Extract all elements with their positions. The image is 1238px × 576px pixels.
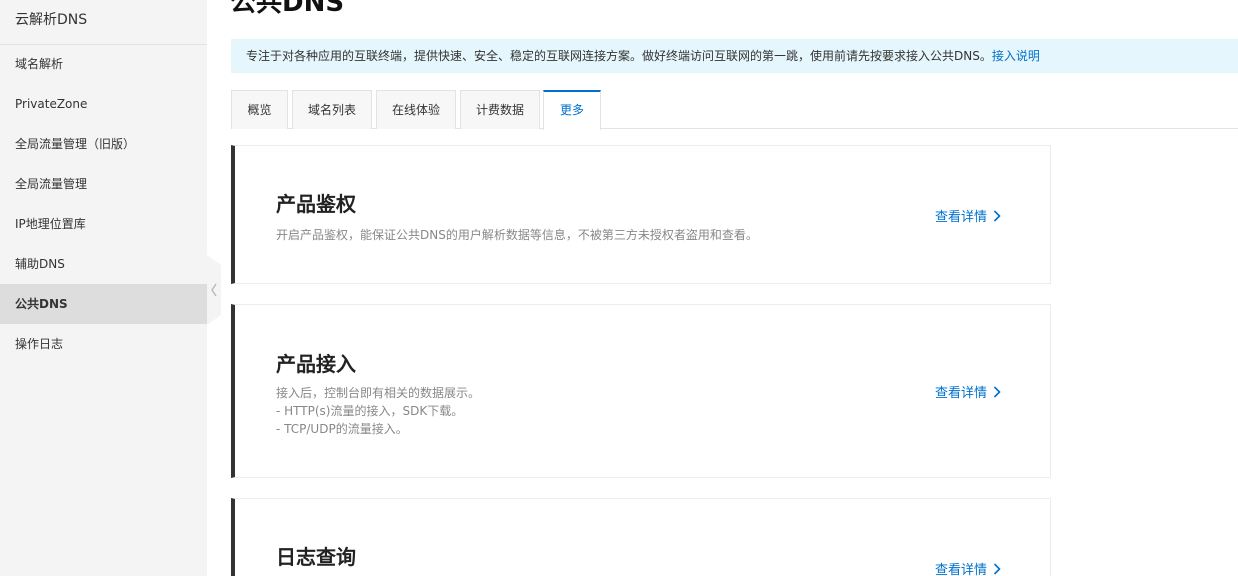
notice-link-access-guide[interactable]: 接入说明 [992, 49, 1040, 63]
card-desc-line: - TCP/UDP的流量接入。 [276, 422, 408, 436]
view-details-link[interactable]: 查看详情 [935, 206, 1001, 225]
card-desc-line: - HTTP(s)流量的接入，SDK下载。 [276, 404, 464, 418]
sidebar-item-privatezone[interactable]: PrivateZone [0, 84, 207, 124]
sidebar-item-public-dns[interactable]: 公共DNS [0, 284, 207, 324]
chevron-right-icon [993, 209, 1001, 222]
card-product-access: 产品接入 接入后，控制台即有相关的数据展示。 - HTTP(s)流量的接入，SD… [231, 304, 1051, 478]
notice-text: 专注于对各种应用的互联终端，提供快速、安全、稳定的互联网连接方案。做好终端访问互… [246, 49, 992, 63]
view-details-link[interactable]: 查看详情 [935, 559, 1001, 576]
view-details-link[interactable]: 查看详情 [935, 382, 1001, 401]
tab-domain-list[interactable]: 域名列表 [292, 90, 372, 129]
sidebar: 云解析DNS 域名解析 PrivateZone 全局流量管理（旧版） 全局流量管… [0, 0, 207, 576]
chevron-left-icon [207, 255, 221, 325]
sidebar-item-secondary-dns[interactable]: 辅助DNS [0, 244, 207, 284]
chevron-right-icon [993, 562, 1001, 575]
sidebar-item-domain-resolution[interactable]: 域名解析 [0, 44, 207, 84]
sidebar-item-gtm[interactable]: 全局流量管理 [0, 164, 207, 204]
sidebar-item-ip-geo[interactable]: IP地理位置库 [0, 204, 207, 244]
tab-more[interactable]: 更多 [543, 90, 601, 130]
card-desc-line: 开启产品鉴权，能保证公共DNS的用户解析数据等信息，不被第三方未授权者盗用和查看… [276, 228, 758, 242]
sidebar-item-operation-log[interactable]: 操作日志 [0, 324, 207, 364]
card-title: 产品鉴权 [276, 192, 356, 216]
tab-overview[interactable]: 概览 [231, 90, 288, 129]
card-product-auth: 产品鉴权 开启产品鉴权，能保证公共DNS的用户解析数据等信息，不被第三方未授权者… [231, 145, 1051, 284]
tab-online-experience[interactable]: 在线体验 [376, 90, 456, 129]
view-details-label: 查看详情 [935, 210, 988, 225]
info-notice: 专注于对各种应用的互联终端，提供快速、安全、稳定的互联网连接方案。做好终端访问互… [231, 39, 1238, 73]
card-title: 产品接入 [276, 352, 356, 376]
card-title: 日志查询 [276, 545, 356, 569]
card-desc-line: 接入后，控制台即有相关的数据展示。 [276, 386, 481, 400]
view-details-label: 查看详情 [935, 386, 988, 401]
sidebar-item-gtm-legacy[interactable]: 全局流量管理（旧版） [0, 124, 207, 164]
card-log-query: 日志查询 查看详情 [231, 498, 1051, 576]
tab-billing-data[interactable]: 计费数据 [460, 90, 540, 129]
chevron-right-icon [993, 385, 1001, 398]
sidebar-title: 云解析DNS [15, 12, 88, 28]
page-title: 公共DNS [230, 0, 345, 18]
view-details-label: 查看详情 [935, 563, 988, 576]
sidebar-collapse-handle[interactable] [207, 255, 225, 325]
